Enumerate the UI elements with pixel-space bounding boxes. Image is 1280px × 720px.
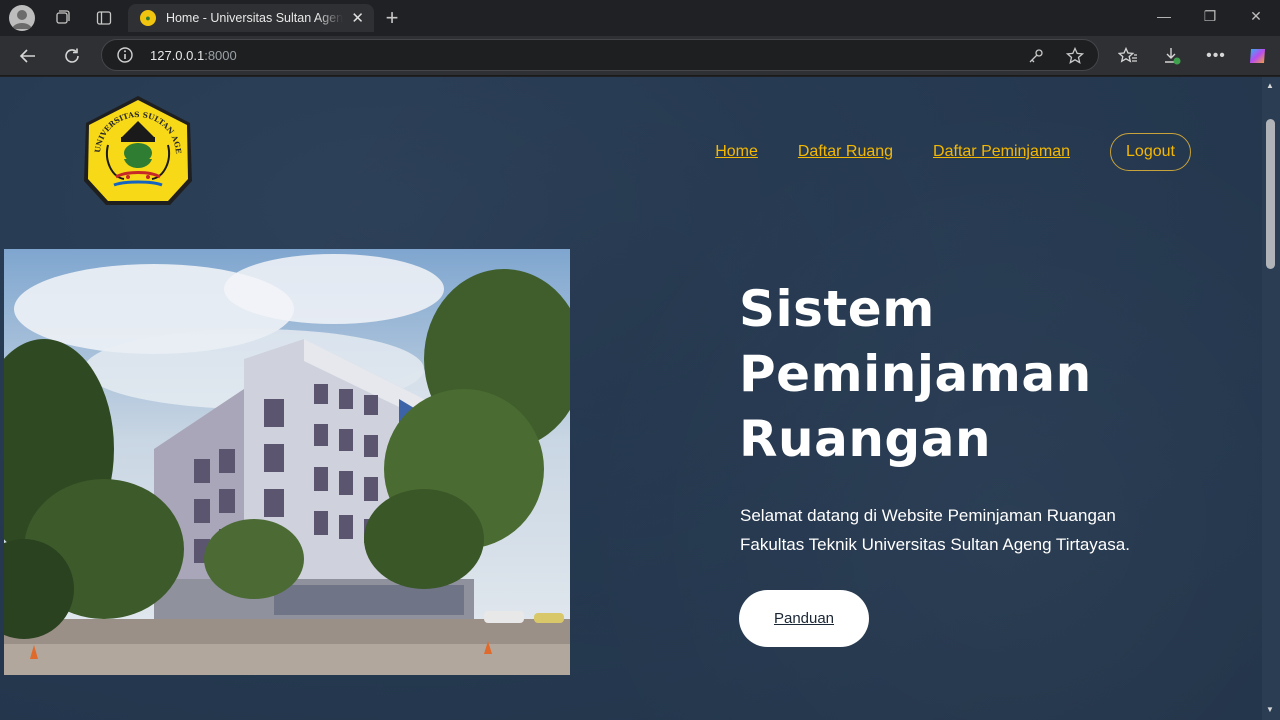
- welcome-line-2: Fakultas Teknik Universitas Sultan Ageng…: [740, 535, 1130, 554]
- scroll-down-icon[interactable]: ▼: [1266, 705, 1274, 714]
- close-tab-icon[interactable]: ✕: [351, 9, 364, 27]
- copilot-icon[interactable]: [1246, 44, 1270, 68]
- nav-home-link[interactable]: Home: [715, 143, 758, 161]
- downloads-icon[interactable]: [1160, 44, 1184, 68]
- welcome-text: Selamat datang di Website Peminjaman Rua…: [740, 501, 1170, 559]
- active-tab[interactable]: ● Home - Universitas Sultan Ageng Tirtay…: [128, 4, 374, 32]
- workspaces-icon[interactable]: [50, 6, 74, 30]
- address-toolbar: 127.0.0.1:8000 •••: [0, 36, 1280, 76]
- more-icon[interactable]: •••: [1204, 44, 1228, 68]
- address-bar[interactable]: 127.0.0.1:8000: [101, 39, 1099, 71]
- close-window-button[interactable]: ✕: [1246, 8, 1266, 25]
- key-icon[interactable]: [1026, 46, 1046, 66]
- nav-daftar-ruang-link[interactable]: Daftar Ruang: [798, 143, 893, 161]
- new-tab-button[interactable]: +: [380, 5, 404, 30]
- restore-button[interactable]: ❐: [1200, 8, 1220, 25]
- back-icon[interactable]: [16, 44, 40, 68]
- logout-button[interactable]: Logout: [1110, 133, 1191, 171]
- university-logo[interactable]: UNIVERSITAS SULTAN AGENG TIRTAYASA: [74, 86, 198, 213]
- favorites-icon[interactable]: [1116, 44, 1140, 68]
- scroll-thumb[interactable]: [1266, 119, 1275, 269]
- site-info-icon[interactable]: [116, 46, 134, 64]
- profile-avatar-icon[interactable]: [9, 5, 35, 31]
- headline-line-3: Ruangan: [739, 410, 992, 468]
- reload-icon[interactable]: [60, 44, 84, 68]
- url-text: 127.0.0.1:8000: [150, 48, 237, 63]
- tab-bar: ● Home - Universitas Sultan Ageng Tirtay…: [0, 0, 1280, 36]
- page-viewport: UNIVERSITAS SULTAN AGENG TIRTAYASA Home …: [0, 77, 1262, 720]
- tab-title: Home - Universitas Sultan Ageng Tirtayas…: [165, 11, 344, 25]
- nav-daftar-peminjaman-link[interactable]: Daftar Peminjaman: [933, 143, 1070, 161]
- url-host: 127.0.0.1: [150, 48, 205, 63]
- scroll-up-icon[interactable]: ▲: [1266, 81, 1274, 90]
- main-nav: Home Daftar Ruang Daftar Peminjaman Logo…: [675, 133, 1191, 171]
- star-icon[interactable]: [1065, 46, 1085, 66]
- headline-line-1: Sistem: [739, 280, 935, 338]
- panduan-button[interactable]: Panduan: [739, 590, 869, 647]
- url-port: :8000: [204, 48, 237, 63]
- welcome-line-1: Selamat datang di Website Peminjaman Rua…: [740, 506, 1116, 525]
- tab-actions-icon[interactable]: [92, 6, 116, 30]
- headline-line-2: Peminjaman: [739, 345, 1092, 403]
- page-scrollbar[interactable]: ▲ ▼: [1262, 77, 1280, 720]
- campus-building-photo: [4, 249, 570, 675]
- hero-headline: Sistem Peminjaman Ruangan: [739, 277, 1092, 472]
- site-favicon-icon: ●: [140, 10, 156, 26]
- minimize-button[interactable]: —: [1154, 8, 1174, 24]
